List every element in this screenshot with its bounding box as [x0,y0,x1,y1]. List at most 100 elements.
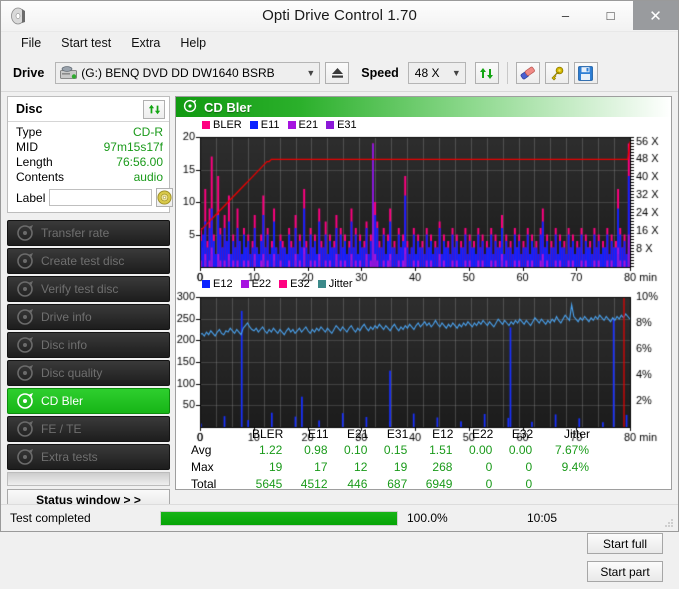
action-buttons: Start full Start part [587,533,663,589]
resize-grip-icon[interactable] [664,517,674,527]
disc-icon [183,99,197,116]
legend-swatch [202,121,210,129]
menu-item-start-test[interactable]: Start test [51,34,121,52]
legend-item-e12: E12 [202,278,233,290]
nav-list: Transfer rate Create test disc Verify te… [7,220,170,486]
sidebar-item-create-test-disc[interactable]: Create test disc [7,248,170,274]
statistics-table: BLER E11 E21 E31 E12 E22 E32 Jitter Avg [190,427,590,493]
eject-button[interactable] [325,62,350,84]
sidebar-item-label: Drive info [41,310,92,324]
cell: 12 [354,460,368,474]
sidebar-item-label: Extra tests [41,450,98,464]
sidebar-item-label: Verify test disc [41,282,119,296]
disc-label-key: Label [16,190,46,205]
sidebar-item-disc-quality[interactable]: Disc quality [7,360,170,386]
cell: 5645 [255,477,283,491]
menu-item-extra[interactable]: Extra [121,34,170,52]
col-bler: BLER [251,427,284,441]
legend-label: E12 [213,278,233,290]
sidebar-item-cd-bler[interactable]: CD Bler [7,388,170,414]
legend-label: Jitter [328,278,353,290]
legend-item-e21: E21 [287,119,318,131]
sidebar-item-label: Disc info [41,338,88,352]
disc-row-key: Type [16,125,43,139]
menu-item-file[interactable]: File [11,34,51,52]
minimize-button[interactable]: – [543,1,588,30]
col-e12: E12 [432,427,454,441]
eject-icon [331,68,343,78]
close-button[interactable]: ✕ [633,1,678,30]
disc-icon [16,308,34,326]
cell: 6949 [425,477,453,491]
legend-item-e32: E32 [279,278,310,290]
sidebar-item-fe-te[interactable]: FE / TE [7,416,170,442]
drive-value: (G:) BENQ DVD DD DW1640 BSRB [81,66,275,80]
cell: 19 [393,460,408,474]
row-label-max: Max [191,460,214,474]
legend-label: E22 [251,278,272,290]
disc-icon [16,448,34,466]
cell: 4512 [300,477,328,491]
eraser-button[interactable] [515,62,540,84]
start-full-button[interactable]: Start full [587,533,663,554]
table-row: Avg 1.22 0.98 0.10 0.15 1.51 0.00 0.00 7… [190,442,590,459]
main-body: Disc Type CD-R MID 97m15s17f Length 76:5… [1,92,678,582]
col-e21: E21 [347,427,369,441]
start-part-button[interactable]: Start part [587,561,663,582]
drive-label: Drive [13,66,45,80]
drive-toolbar: Drive (G:) BENQ DVD DD DW1640 BSRB ▼ Spe… [1,55,678,92]
sidebar-item-transfer-rate[interactable]: Transfer rate [7,220,170,246]
chart-panel-header: CD Bler [176,97,671,117]
disc-row-value: 76:56.00 [116,155,163,169]
disc-row-key: Contents [16,170,65,184]
disc-row-value: audio [133,170,163,184]
legend-swatch [326,121,335,129]
cell: 0 [525,460,533,474]
disc-row-length: Length 76:56.00 [16,155,163,170]
disc-label-button[interactable] [156,188,174,207]
key-icon [551,66,564,80]
legend-item-e11: E11 [249,119,280,131]
legend-item-jitter: Jitter [317,278,353,290]
speed-select[interactable]: 48 X ▼ [407,62,466,84]
col-e31: E31 [386,427,409,441]
sidebar-item-drive-info[interactable]: Drive info [7,304,170,330]
save-icon [578,65,594,81]
key-button[interactable] [544,62,569,84]
disc-icon [16,252,34,270]
refresh-icon [480,67,494,79]
legend-item-e22: E22 [240,278,272,290]
legend-label: E31 [337,119,357,131]
sidebar: Disc Type CD-R MID 97m15s17f Length 76:5… [7,96,174,511]
cell: 0.10 [344,443,368,457]
cell: 0.00 [468,443,493,457]
progress-fill [161,511,397,525]
disc-icon [16,224,34,242]
chevron-down-icon: ▼ [306,68,316,78]
col-e11: E11 [308,427,329,441]
refresh-icon [148,104,160,114]
chevron-down-icon: ▼ [451,68,461,78]
legend-swatch [317,280,326,288]
status-bar: Test completed 100.0% 10:05 [1,504,678,531]
sidebar-item-disc-info[interactable]: Disc info [7,332,170,358]
disc-label-input[interactable] [49,189,153,206]
save-button[interactable] [573,62,598,84]
cell: 0 [485,460,493,474]
drive-select[interactable]: (G:) BENQ DVD DD DW1640 BSRB ▼ [55,62,321,84]
cd-icon [157,190,172,205]
sidebar-item-extra-tests[interactable]: Extra tests [7,444,170,470]
legend-swatch [249,121,258,129]
refresh-button[interactable] [474,62,499,84]
sidebar-item-label: FE / TE [41,422,82,436]
disc-panel-title: Disc [16,102,43,116]
title-bar: Opti Drive Control 1.70 – □ ✕ [1,1,678,32]
table-corner [190,427,234,442]
menu-item-help[interactable]: Help [170,34,216,52]
progress-percent: 100.0% [407,511,448,525]
disc-row-key: Length [16,155,53,169]
maximize-button[interactable]: □ [588,1,633,30]
legend-label: E32 [290,278,310,290]
sidebar-item-verify-test-disc[interactable]: Verify test disc [7,276,170,302]
disc-refresh-button[interactable] [143,99,165,119]
